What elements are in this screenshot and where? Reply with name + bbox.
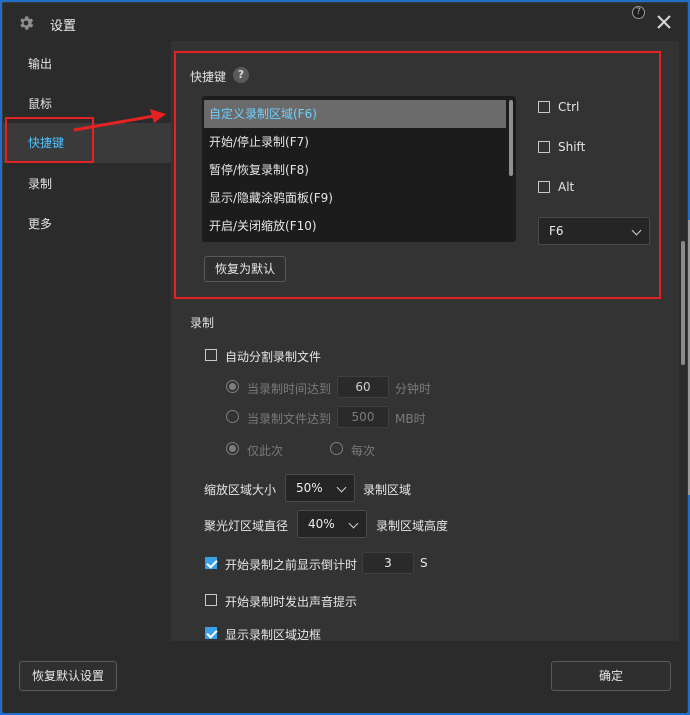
- countdown-input[interactable]: 3: [362, 552, 414, 574]
- zoom-size-label: 缩放区域大小: [204, 483, 277, 497]
- time-limit-radio[interactable]: [226, 380, 239, 393]
- list-item[interactable]: 开始/停止录制(F7): [204, 128, 506, 156]
- sound-checkbox[interactable]: [205, 594, 217, 606]
- shift-checkbox[interactable]: [538, 141, 550, 153]
- zoom-size-select[interactable]: 50%: [285, 474, 355, 502]
- spotlight-value: 40%: [308, 517, 335, 531]
- size-limit-label: 当录制文件达到: [247, 412, 332, 426]
- list-item[interactable]: 暂停/恢复录制(F8): [204, 156, 506, 184]
- sound-label: 开始录制时发出声音提示: [225, 595, 358, 609]
- only-once-label: 仅此次: [247, 444, 284, 458]
- sidebar-item-output[interactable]: 输出: [3, 45, 171, 83]
- auto-split-label: 自动分割录制文件: [225, 350, 322, 364]
- title-bar: 设置 ?: [3, 3, 687, 41]
- hotkey-key-select[interactable]: F6: [538, 217, 650, 245]
- chevron-down-icon: [336, 482, 347, 493]
- list-item[interactable]: 显示/隐藏涂鸦面板(F9): [204, 184, 506, 212]
- spotlight-label: 聚光灯区域直径: [204, 519, 289, 533]
- help-icon[interactable]: ?: [233, 67, 249, 83]
- countdown-unit-label: S: [420, 556, 428, 570]
- chevron-down-icon: [631, 225, 642, 236]
- zoom-suffix-label: 录制区域: [363, 483, 412, 497]
- recording-section-title: 录制: [190, 316, 215, 330]
- alt-label: Alt: [558, 180, 575, 194]
- chevron-down-icon: [348, 518, 359, 529]
- gear-icon: [20, 16, 34, 30]
- hotkeys-section-title: 快捷键: [190, 70, 227, 84]
- list-item[interactable]: 开启/关闭缩放(F10): [204, 212, 506, 240]
- size-limit-input[interactable]: 500: [337, 406, 389, 428]
- every-time-label: 每次: [351, 444, 376, 458]
- hotkey-list[interactable]: 自定义录制区域(F6) 开始/停止录制(F7) 暂停/恢复录制(F8) 显示/隐…: [202, 96, 516, 242]
- spotlight-select[interactable]: 40%: [297, 510, 367, 538]
- show-border-label: 显示录制区域边框: [225, 628, 322, 642]
- only-once-radio[interactable]: [226, 442, 239, 455]
- time-unit-label: 分钟时: [395, 382, 432, 396]
- content-scrollbar[interactable]: [679, 41, 687, 641]
- size-limit-radio[interactable]: [226, 410, 239, 423]
- list-item[interactable]: 自定义录制区域(F6): [204, 100, 506, 128]
- zoom-size-value: 50%: [296, 481, 323, 495]
- ctrl-checkbox[interactable]: [538, 101, 550, 113]
- scrollbar-thumb[interactable]: [681, 241, 685, 365]
- shift-label: Shift: [558, 140, 586, 154]
- dialog-footer: 恢复默认设置 确定: [3, 641, 687, 713]
- confirm-button[interactable]: 确定: [551, 661, 671, 691]
- window-title: 设置: [50, 19, 77, 34]
- time-limit-label: 当录制时间达到: [247, 382, 332, 396]
- annotation-arrow-icon: [73, 109, 166, 132]
- restore-hotkey-default-button[interactable]: 恢复为默认: [204, 256, 286, 282]
- close-icon[interactable]: [655, 13, 673, 31]
- spotlight-suffix-label: 录制区域高度: [376, 519, 449, 533]
- restore-all-defaults-button[interactable]: 恢复默认设置: [19, 661, 117, 691]
- hotkey-key-value: F6: [549, 224, 564, 238]
- auto-split-checkbox[interactable]: [205, 349, 217, 361]
- alt-checkbox[interactable]: [538, 181, 550, 193]
- countdown-label: 开始录制之前显示倒计时: [225, 558, 358, 572]
- every-time-radio[interactable]: [330, 442, 343, 455]
- help-icon[interactable]: ?: [632, 6, 645, 19]
- list-scrollbar-thumb[interactable]: [509, 100, 513, 176]
- show-border-checkbox[interactable]: [205, 627, 217, 639]
- ctrl-label: Ctrl: [558, 100, 580, 114]
- countdown-checkbox[interactable]: [205, 557, 217, 569]
- time-limit-input[interactable]: 60: [337, 376, 389, 398]
- size-unit-label: MB时: [395, 412, 426, 426]
- sidebar-item-more[interactable]: 更多: [3, 205, 171, 243]
- sidebar-item-recording[interactable]: 录制: [3, 165, 171, 203]
